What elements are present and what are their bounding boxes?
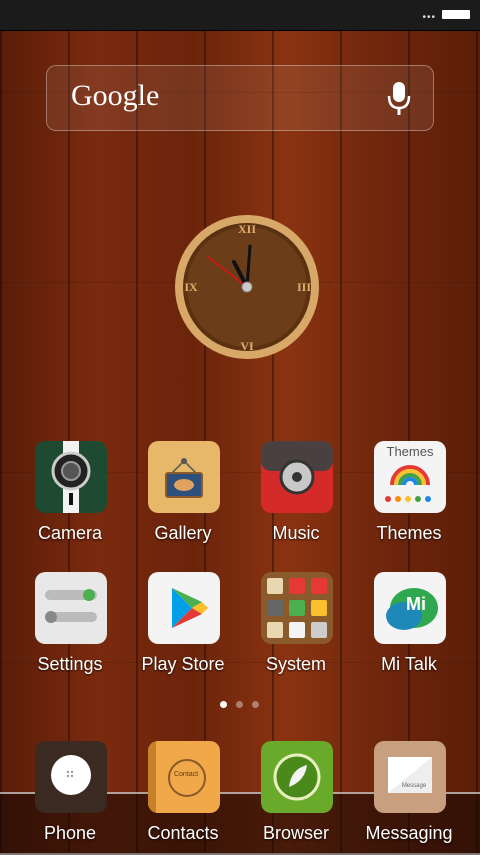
- system-label: System: [265, 654, 326, 674]
- camera-app-icon[interactable]: [35, 441, 107, 513]
- mi-talk-icon-text: Mi: [406, 594, 426, 614]
- page-indicator: [0, 701, 480, 711]
- settings-app-icon[interactable]: [35, 572, 107, 644]
- gallery-app-icon[interactable]: [148, 441, 220, 513]
- notification-dots-icon: •••: [422, 12, 436, 23]
- browser-label: Browser: [262, 823, 329, 843]
- google-search-widget[interactable]: Google: [46, 65, 434, 131]
- status-bar: •••: [0, 0, 480, 31]
- browser-app-icon[interactable]: [261, 741, 333, 813]
- camera-label: Camera: [37, 523, 103, 543]
- page-dot: [236, 701, 243, 708]
- page-dot: [252, 701, 259, 708]
- themes-label: Themes: [376, 523, 442, 543]
- messaging-app-icon[interactable]: Message: [374, 741, 446, 813]
- analog-clock-widget[interactable]: XII III VI IX: [174, 214, 320, 360]
- contacts-label: Contacts: [147, 823, 219, 843]
- gallery-label: Gallery: [154, 523, 212, 543]
- contacts-app-icon[interactable]: Contact: [148, 741, 220, 813]
- clock-numeral-6: VI: [240, 339, 254, 353]
- mi-talk-app-icon[interactable]: Mi: [374, 572, 446, 644]
- search-label: Google: [71, 79, 160, 112]
- phone-label: Phone: [43, 823, 97, 843]
- clock-numeral-12: XII: [238, 222, 256, 236]
- battery-icon: [442, 10, 470, 19]
- clock-numeral-9: IX: [184, 280, 198, 294]
- settings-label: Settings: [37, 654, 103, 674]
- contacts-icon-text: Contact: [173, 771, 199, 778]
- themes-app-icon[interactable]: Themes: [374, 441, 446, 513]
- system-folder-icon[interactable]: [261, 572, 333, 644]
- mi-talk-label: Mi Talk: [381, 654, 437, 674]
- play-store-app-icon[interactable]: [148, 572, 220, 644]
- play-store-label: Play Store: [141, 654, 225, 674]
- page-dot-active: [220, 701, 227, 708]
- messaging-icon-text: Message: [401, 783, 427, 789]
- microphone-icon[interactable]: [387, 80, 411, 116]
- clock-numeral-3: III: [297, 280, 311, 294]
- music-app-icon[interactable]: [261, 441, 333, 513]
- phone-app-icon[interactable]: [35, 741, 107, 813]
- music-label: Music: [272, 523, 320, 543]
- messaging-label: Messaging: [365, 823, 453, 843]
